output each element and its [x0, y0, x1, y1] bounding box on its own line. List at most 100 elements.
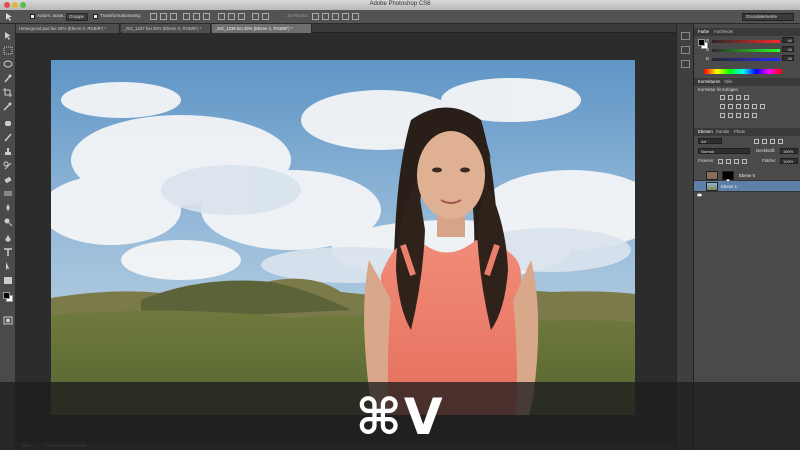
type-tool-button[interactable] [3, 248, 13, 257]
color-spectrum-bar[interactable] [704, 69, 782, 74]
3d-scale-icon[interactable] [352, 13, 359, 20]
blue-slider[interactable]: B 40 [706, 55, 796, 62]
workspace-dropdown[interactable]: Grundelemente [742, 13, 794, 21]
align-left-icon[interactable] [183, 13, 190, 20]
green-value-field[interactable]: 40 [782, 46, 794, 52]
distribute-bottom-icon[interactable] [238, 13, 245, 20]
blue-value-field[interactable]: 40 [782, 55, 794, 61]
tab-korrekturen[interactable]: Korrekturen [698, 79, 720, 84]
distribute-left-icon[interactable] [252, 13, 259, 20]
blue-slider-track[interactable] [712, 58, 780, 61]
history-panel-icon[interactable] [681, 32, 690, 40]
transform-controls-checkbox[interactable] [93, 14, 98, 19]
shape-tool-button[interactable] [3, 276, 13, 285]
layer-mask-thumbnail[interactable] [722, 171, 734, 185]
gradient-map-icon[interactable] [744, 113, 749, 118]
healing-brush-tool-button[interactable] [3, 119, 13, 128]
levels-icon[interactable] [728, 95, 733, 100]
filter-shape-icon[interactable] [778, 139, 783, 144]
tab-document-ng1236[interactable]: _NG_1236 bei 25% (Ebene 1, RGB/8*) * [212, 24, 312, 33]
distribute-middle-icon[interactable] [228, 13, 235, 20]
eyedropper-tool-button[interactable] [3, 102, 13, 111]
align-top-icon[interactable] [150, 13, 157, 20]
align-right-icon[interactable] [203, 13, 210, 20]
tab-document-hintergrund[interactable]: Hintergrund.psd bei 25% (Ebene 0, RGB/8*… [16, 24, 120, 33]
align-bottom-icon[interactable] [170, 13, 177, 20]
filter-pixel-icon[interactable] [754, 139, 759, 144]
green-slider[interactable]: G 40 [706, 46, 796, 53]
3d-roll-icon[interactable] [322, 13, 329, 20]
auto-select-checkbox[interactable] [30, 14, 35, 19]
tab-stile[interactable]: Stile [724, 79, 732, 84]
quick-selection-tool-button[interactable] [3, 74, 13, 83]
filter-type-icon[interactable] [770, 139, 775, 144]
document-image[interactable] [51, 60, 635, 415]
photo-filter-icon[interactable] [752, 104, 757, 109]
tab-kanaele[interactable]: Kanäle [716, 129, 729, 134]
layer-row[interactable]: Ebene 0 [694, 170, 800, 186]
brush-tool-button[interactable] [3, 133, 13, 142]
path-selection-tool-button[interactable] [3, 262, 13, 271]
lock-all-icon[interactable] [742, 159, 747, 164]
channel-mixer-icon[interactable] [760, 104, 765, 109]
color-balance-icon[interactable] [736, 104, 741, 109]
align-middle-icon[interactable] [160, 13, 167, 20]
threshold-icon[interactable] [736, 113, 741, 118]
layer-name: Ebene 0 [739, 173, 756, 178]
pen-tool-button[interactable] [3, 234, 13, 243]
marquee-tool-button[interactable] [3, 46, 13, 55]
gradient-tool-button[interactable] [3, 189, 13, 198]
lock-position-icon[interactable] [734, 159, 739, 164]
selective-color-icon[interactable] [752, 113, 757, 118]
lasso-tool-button[interactable] [3, 60, 13, 69]
red-slider-track[interactable] [712, 40, 780, 43]
brightness-contrast-icon[interactable] [720, 95, 725, 100]
crop-tool-button[interactable] [3, 88, 13, 97]
fill-field[interactable]: 100% [780, 158, 798, 164]
dodge-tool-button[interactable] [3, 217, 13, 226]
visibility-eye-icon[interactable] [697, 173, 702, 186]
filter-adjustment-icon[interactable] [762, 139, 767, 144]
opacity-field[interactable]: 100% [780, 148, 798, 154]
blur-tool-button[interactable] [3, 203, 13, 212]
history-brush-tool-button[interactable] [3, 161, 13, 170]
tab-farbfelder[interactable]: Farbfelder [714, 29, 734, 34]
auto-select-dropdown[interactable]: Gruppe [66, 13, 88, 21]
invert-icon[interactable] [720, 113, 725, 118]
3d-rotate-icon[interactable] [312, 13, 319, 20]
hue-saturation-icon[interactable] [728, 104, 733, 109]
lock-transparency-icon[interactable] [718, 159, 723, 164]
quick-mask-icon[interactable] [3, 316, 13, 325]
3d-drag-icon[interactable] [332, 13, 339, 20]
tab-document-ng1237[interactable]: _NG_1237 bei 25% (Ebene 0, RGB/8*) * [121, 24, 211, 33]
move-tool-icon[interactable] [4, 12, 14, 22]
curves-icon[interactable] [736, 95, 741, 100]
black-white-icon[interactable] [744, 104, 749, 109]
red-slider[interactable]: R 40 [706, 37, 796, 44]
blend-mode-dropdown[interactable]: Normal [698, 148, 750, 154]
lock-pixels-icon[interactable] [726, 159, 731, 164]
red-value-field[interactable]: 40 [782, 37, 794, 43]
tab-pfade[interactable]: Pfade [734, 129, 745, 134]
canvas-area[interactable] [16, 33, 676, 440]
align-center-icon[interactable] [193, 13, 200, 20]
layer-kind-filter[interactable]: Art [698, 138, 722, 144]
layer-row[interactable]: Ebene 1 [694, 181, 800, 197]
posterize-icon[interactable] [728, 113, 733, 118]
distribute-top-icon[interactable] [218, 13, 225, 20]
green-slider-track[interactable] [712, 49, 780, 52]
tab-farbe[interactable]: Farbe [698, 29, 709, 34]
properties-panel-icon[interactable] [681, 46, 690, 54]
foreground-color-swatch[interactable] [3, 292, 10, 299]
vibrance-icon[interactable] [720, 104, 725, 109]
exposure-icon[interactable] [744, 95, 749, 100]
color-panel-foreground-swatch[interactable] [698, 39, 705, 46]
eraser-tool-button[interactable] [3, 175, 13, 184]
tab-ebenen[interactable]: Ebenen [698, 129, 713, 134]
clone-stamp-tool-button[interactable] [3, 147, 13, 156]
info-panel-icon[interactable] [681, 60, 690, 68]
visibility-eye-icon[interactable] [697, 184, 702, 197]
move-tool-button[interactable] [3, 32, 13, 41]
distribute-center-icon[interactable] [262, 13, 269, 20]
3d-slide-icon[interactable] [342, 13, 349, 20]
